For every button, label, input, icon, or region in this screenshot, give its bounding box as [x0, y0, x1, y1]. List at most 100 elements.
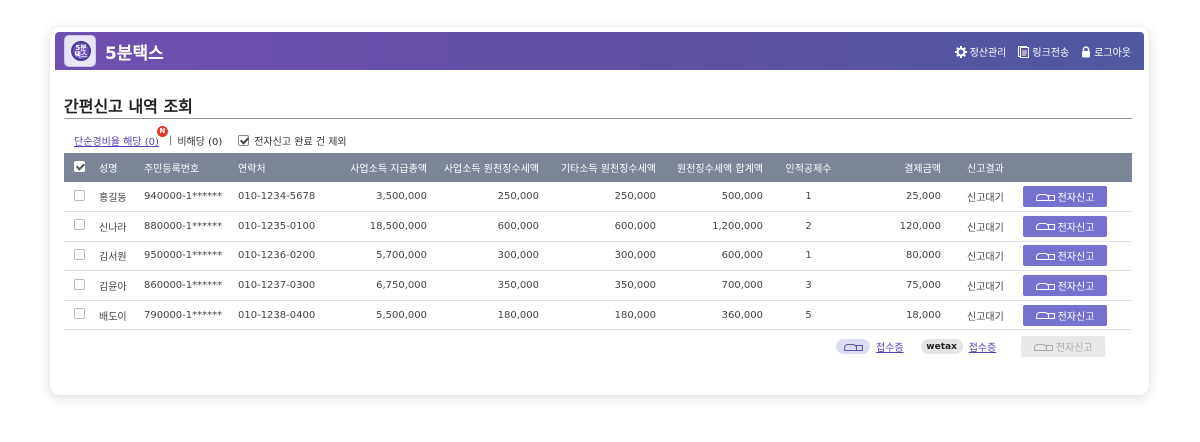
cell-name: 신나라: [99, 222, 127, 234]
wetax-receipt-link[interactable]: 접수증: [969, 339, 997, 354]
cell-action: 전자신고: [1013, 212, 1132, 242]
row-checkbox[interactable]: [74, 278, 85, 290]
cell-biz-tax: 350,000: [497, 280, 539, 292]
new-badge: N: [156, 126, 168, 137]
car-icon: [1035, 193, 1055, 201]
efile-button[interactable]: 전자신고: [1023, 215, 1107, 237]
cell-biz-total: 18,500,000: [369, 220, 427, 232]
filing-table: 성명 주민등록번호 연락처 사업소득 지급총액 사업소득 원천징수세액 기타소득…: [64, 153, 1132, 330]
cell-deductions: 3: [805, 280, 812, 292]
wetax-logo: wetax: [920, 339, 963, 354]
brand-name: 5분택스: [105, 44, 164, 64]
efile-button-label: 전자신고: [1057, 193, 1095, 205]
cell-result: 신고대기: [967, 193, 1004, 205]
cell-tax-sum: 500,000: [721, 191, 763, 203]
car-icon: [1035, 222, 1055, 231]
cell-action: 전자신고: [1013, 300, 1132, 330]
cell-other-tax: 350,000: [614, 280, 656, 292]
col-tax-sum: 원천징수세액 합계액: [677, 164, 763, 175]
cell-biz-total: 6,750,000: [376, 280, 427, 292]
bulk-efile-button[interactable]: 전자신고: [1021, 336, 1106, 357]
cell-payment: 25,000: [906, 191, 941, 203]
lock-icon: [1081, 45, 1091, 58]
filter-simple-expense[interactable]: 단순경비율 해당 (0) N: [74, 126, 168, 148]
logo-text: 5분 택스: [74, 44, 88, 59]
cell-name: 홍길동: [99, 193, 127, 205]
cell-payment: 80,000: [906, 250, 941, 262]
select-all-checkbox[interactable]: [74, 160, 85, 172]
cell-payment: 120,000: [899, 220, 941, 232]
col-rrn: 주민등록번호: [144, 164, 200, 175]
exclude-filed-option[interactable]: 전자신고 완료 건 제외: [238, 133, 347, 148]
cell-deductions: 5: [805, 309, 812, 321]
efile-button[interactable]: 전자신고: [1023, 275, 1107, 297]
filter-separator: |: [168, 135, 173, 146]
cell-action: 전자신고: [1013, 182, 1132, 212]
menu-link-send-label: 링크전송: [1032, 48, 1070, 59]
row-checkbox[interactable]: [74, 308, 85, 320]
col-phone: 연락처: [238, 164, 266, 175]
table-row: 신나라 880000-1****** 010-1235-0100 18,500,…: [64, 212, 1132, 242]
efile-button-label: 전자신고: [1057, 222, 1095, 234]
app-logo[interactable]: 5분 택스: [64, 35, 96, 67]
efile-button-label: 전자신고: [1057, 311, 1095, 323]
cell-rrn: 950000-1******: [144, 250, 223, 262]
row-checkbox[interactable]: [74, 248, 85, 260]
main-card: 5분 택스 5분택스 정산관리 링크전송 로그아웃 간편신고 내역 조회 단순경…: [50, 27, 1149, 395]
menu-link-send[interactable]: 링크전송: [1018, 44, 1069, 59]
col-result: 신고결과: [967, 164, 1004, 175]
col-action: [1013, 153, 1132, 182]
table-row: 김서원 950000-1****** 010-1236-0200 5,700,0…: [64, 241, 1132, 271]
efile-button-label: 전자신고: [1057, 252, 1095, 264]
cell-tax-sum: 1,200,000: [712, 220, 763, 232]
cell-other-tax: 300,000: [614, 250, 656, 262]
cell-result: 신고대기: [967, 222, 1004, 234]
car-icon: [1035, 311, 1055, 320]
clock-icon: 5분 택스: [71, 41, 91, 61]
row-select-cell: [64, 300, 95, 330]
cell-result: 신고대기: [967, 311, 1004, 323]
efile-button-label: 전자신고: [1057, 282, 1095, 294]
cell-biz-total: 5,700,000: [376, 250, 427, 262]
col-other-tax: 기타소득 원천징수세액: [560, 164, 656, 175]
cell-deductions: 1: [805, 250, 812, 262]
menu-logout[interactable]: 로그아웃: [1081, 44, 1131, 59]
app-header: 5분 택스 5분택스 정산관리 링크전송 로그아웃: [55, 32, 1144, 70]
cell-other-tax: 180,000: [614, 309, 656, 321]
cell-rrn: 940000-1******: [144, 191, 223, 203]
efile-button[interactable]: 전자신고: [1023, 245, 1107, 267]
exclude-filed-checkbox[interactable]: [238, 135, 250, 146]
cell-biz-tax: 250,000: [497, 191, 539, 203]
cell-other-tax: 600,000: [614, 220, 656, 232]
row-checkbox[interactable]: [74, 219, 85, 231]
efile-button[interactable]: 전자신고: [1023, 186, 1107, 208]
cell-biz-tax: 300,000: [497, 250, 539, 262]
hometax-icon: [836, 339, 870, 354]
row-checkbox[interactable]: [74, 189, 85, 201]
menu-logout-label: 로그아웃: [1094, 48, 1131, 59]
cell-phone: 010-1238-0400: [238, 309, 316, 321]
filter-simple-expense-label: 단순경비율 해당 (0): [74, 137, 159, 148]
car-icon: [1035, 282, 1055, 290]
page-title: 간편신고 내역 조회: [64, 97, 193, 116]
cell-phone: 010-1236-0200: [238, 250, 316, 262]
select-all-cell: [64, 153, 95, 182]
cell-result: 신고대기: [967, 282, 1004, 294]
bulk-efile-label: 전자신고: [1055, 343, 1093, 354]
filter-not-applicable[interactable]: 비해당 (0): [177, 133, 222, 148]
row-select-cell: [64, 271, 95, 301]
cell-phone: 010-1237-0300: [238, 280, 316, 292]
menu-settlement[interactable]: 정산관리: [954, 44, 1006, 59]
row-select-cell: [64, 241, 95, 271]
cell-other-tax: 250,000: [614, 191, 656, 203]
col-biz-tax: 사업소득 원천징수세액: [443, 164, 539, 175]
cell-action: 전자신고: [1013, 241, 1132, 271]
cell-rrn: 790000-1******: [144, 309, 223, 321]
col-name: 성명: [99, 164, 118, 175]
cell-action: 전자신고: [1013, 271, 1132, 301]
efile-button[interactable]: 전자신고: [1023, 304, 1107, 326]
cell-biz-tax: 600,000: [497, 220, 539, 232]
cell-biz-total: 3,500,000: [376, 191, 427, 203]
hometax-receipt-link[interactable]: 접수증: [876, 339, 904, 354]
cell-tax-sum: 360,000: [721, 309, 763, 321]
